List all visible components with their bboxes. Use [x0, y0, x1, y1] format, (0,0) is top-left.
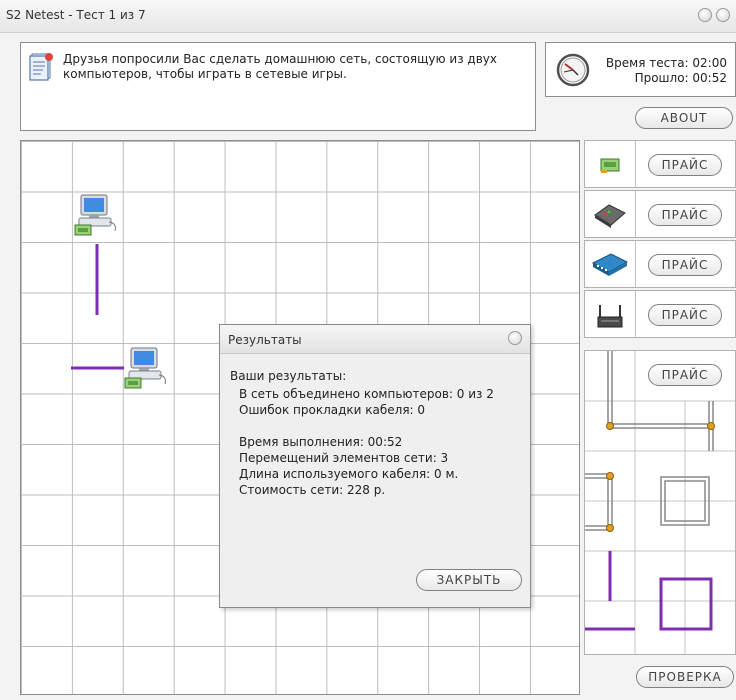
price-button[interactable]: ПРАЙС — [648, 304, 722, 326]
results-dialog: Результаты Ваши результаты: В сеть объед… — [219, 324, 531, 608]
switch-icon — [591, 253, 629, 276]
palette-item-hub[interactable]: ПРАЙС — [584, 190, 736, 238]
price-button[interactable]: ПРАЙС — [648, 154, 722, 176]
close-dialog-button[interactable]: ЗАКРЫТЬ — [416, 569, 522, 591]
router-icon — [597, 305, 623, 328]
results-heading: Ваши результаты: — [230, 369, 347, 383]
cable-pieces — [585, 351, 735, 654]
timer-panel: Время теста: 02:00 Прошло: 00:52 — [545, 42, 736, 97]
task-text: Друзья попросили Вас сделать домашнюю се… — [63, 52, 497, 81]
timer-text: Время теста: 02:00 Прошло: 00:52 — [606, 56, 727, 86]
window-title-bar: S2 Netest - Тест 1 из 7 — [0, 0, 736, 33]
dialog-title-bar: Результаты — [220, 325, 530, 354]
test-time: Время теста: 02:00 — [605, 56, 727, 70]
window-title: S2 Netest - Тест 1 из 7 — [6, 8, 146, 22]
hub-icon — [594, 204, 626, 228]
stat-line: Перемещений элементов сети: 3 — [239, 451, 449, 465]
computer-icon[interactable] — [73, 193, 121, 241]
stat-line: Длина используемого кабеля: 0 м. — [239, 467, 459, 481]
network-card-icon — [600, 158, 620, 173]
stat-line: Время выполнения: 00:52 — [239, 435, 403, 449]
document-icon — [29, 53, 53, 81]
palette-item-router[interactable]: ПРАЙС — [584, 290, 736, 338]
result-line: Ошибок прокладки кабеля: 0 — [239, 403, 426, 417]
palette-item-network-card[interactable]: ПРАЙС — [584, 140, 736, 188]
computer-icon[interactable] — [123, 346, 171, 394]
price-button[interactable]: ПРАЙС — [648, 204, 722, 226]
cable-palette[interactable]: ПРАЙС — [584, 350, 736, 655]
about-button[interactable]: ABOUT — [635, 107, 733, 129]
task-panel: Друзья попросили Вас сделать домашнюю се… — [20, 42, 536, 131]
price-button[interactable]: ПРАЙС — [648, 364, 722, 386]
dialog-close-icon[interactable] — [508, 331, 522, 345]
minimize-button[interactable] — [698, 8, 712, 22]
close-window-button[interactable] — [716, 8, 730, 22]
stat-line: Стоимость сети: 228 р. — [239, 483, 386, 497]
elapsed-time: Прошло: 00:52 — [634, 71, 727, 85]
result-line: В сеть объединено компьютеров: 0 из 2 — [239, 387, 494, 401]
palette-item-switch[interactable]: ПРАЙС — [584, 240, 736, 288]
price-button[interactable]: ПРАЙС — [648, 254, 722, 276]
check-button[interactable]: ПРОВЕРКА — [636, 666, 734, 688]
clock-icon — [556, 53, 590, 87]
dialog-title: Результаты — [228, 333, 302, 347]
